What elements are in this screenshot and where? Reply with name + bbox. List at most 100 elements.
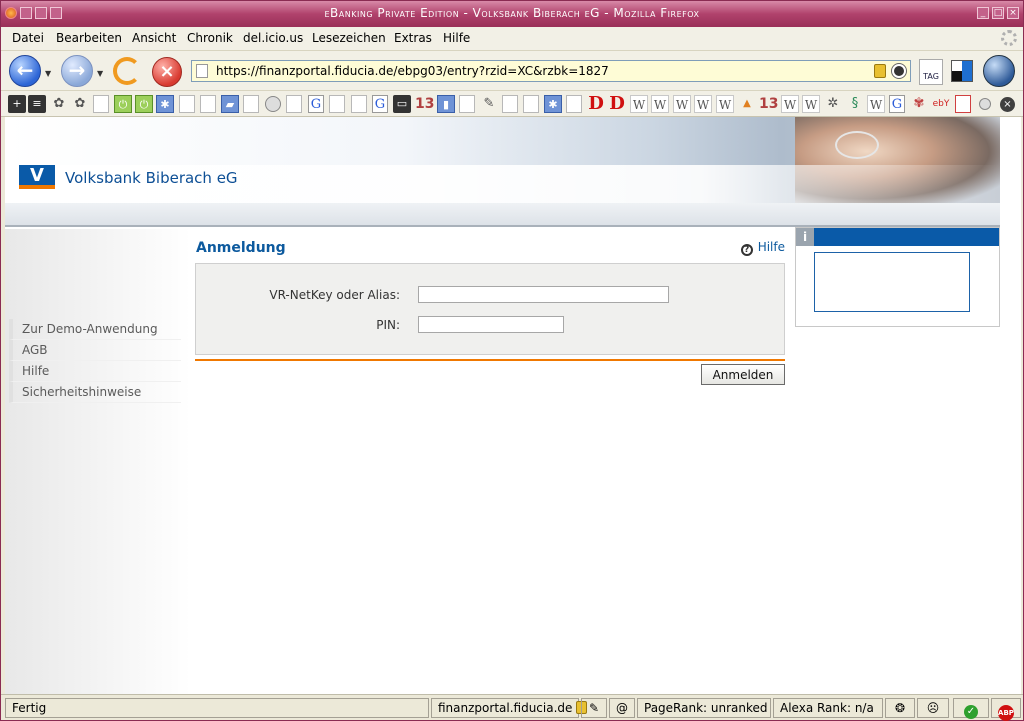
bookmark-chart2-icon[interactable]: ▮ [437,95,455,113]
bookmark-blue2-icon[interactable]: ✱ [544,95,562,113]
menu-lesezeichen[interactable]: Lesezeichen [312,31,386,45]
lock-icon[interactable] [874,64,886,78]
bookmark-wikipedia-icon[interactable]: W [651,95,669,113]
bookmark-page-icon[interactable] [329,95,345,113]
status-ok-icon[interactable]: ✓ [953,698,989,719]
volksbank-logo[interactable]: V [19,165,55,189]
info-box-content [814,252,970,312]
bookmark-page-icon[interactable] [93,95,109,113]
bookmark-wikipedia-icon[interactable]: W [694,95,712,113]
banner-glasses [835,131,879,159]
bookmark-13-icon[interactable]: 13 [759,95,778,113]
menu-ansicht[interactable]: Ansicht [132,31,176,45]
nav-demo-anwendung[interactable]: Zur Demo-Anwendung [9,319,181,340]
bookmark-wikipedia-icon[interactable]: W [867,95,885,113]
status-bar: Fertig finanzportal.fiducia.de ✎ @ PageR… [1,694,1023,721]
bookmark-list-icon[interactable]: ≡ [28,95,46,113]
menu-chronik[interactable]: Chronik [187,31,233,45]
pin-input[interactable] [418,316,564,333]
menu-bearbeiten[interactable]: Bearbeiten [56,31,122,45]
bookmark-chart-icon[interactable]: ▰ [221,95,239,113]
delicious-icon[interactable] [951,60,973,82]
bookmark-blue-icon[interactable]: ✱ [156,95,174,113]
status-at-icon[interactable]: @ [609,698,635,718]
menu-hilfe[interactable]: Hilfe [443,31,470,45]
help-label[interactable]: Hilfe [758,240,785,254]
tag-button[interactable]: TAG [919,59,943,85]
bookmark-13-icon[interactable]: 13 [415,95,434,113]
url-bar[interactable]: https://finanzportal.fiducia.de/ebpg03/e… [191,60,911,82]
bookmark-page-icon[interactable] [459,95,475,113]
globe-icon[interactable] [983,55,1015,87]
page-title: Anmeldung [196,240,286,256]
bookmark-add-icon[interactable]: + [8,95,26,113]
minimize-button[interactable]: _ [977,7,989,19]
bookmark-ebay-icon[interactable]: ebY [932,95,950,113]
bookmark-wikipedia-icon[interactable]: W [630,95,648,113]
adblock-icon[interactable]: ABP [991,698,1021,721]
bookmark-google-icon[interactable]: G [889,95,905,113]
menu-extras[interactable]: Extras [394,31,432,45]
go-button[interactable] [892,64,906,78]
bookmark-gear-icon[interactable]: ✲ [824,95,842,113]
status-alexa[interactable]: Alexa Rank: n/a [773,698,883,718]
forward-button[interactable]: → [61,55,93,87]
status-domain-label: finanzportal.fiducia.de [438,701,573,715]
bookmark-circle-icon[interactable] [265,96,281,112]
bookmark-wikipedia-icon[interactable]: W [673,95,691,113]
nav-agb[interactable]: AGB [9,340,181,361]
bookmark-page-icon[interactable] [179,95,195,113]
stop-button[interactable]: × [152,57,182,87]
bookmark-wikipedia-icon[interactable]: W [716,95,734,113]
nav-sicherheitshinweise[interactable]: Sicherheitshinweise [9,382,181,403]
bookmark-pma-icon[interactable]: ▲ [738,95,756,113]
menu-delicious[interactable]: del.icio.us [243,31,303,45]
bookmark-wikipedia-icon[interactable]: W [781,95,799,113]
bookmark-wikipedia-icon[interactable]: W [802,95,820,113]
bookmark-window-icon[interactable]: ▭ [393,95,411,113]
bookmark-feed-icon[interactable]: § [846,95,864,113]
close-button[interactable]: × [1007,7,1019,19]
bookmark-page-icon[interactable] [351,95,367,113]
bookmark-page-icon[interactable] [200,95,216,113]
bookmark-pencil-icon[interactable]: ✎ [480,95,498,113]
nav-hilfe[interactable]: Hilfe [9,361,181,382]
login-button[interactable]: Anmelden [701,364,785,385]
bookmark-close-icon[interactable]: × [1000,97,1015,112]
bookmark-d-icon[interactable]: D [587,95,605,113]
bookmark-page-icon[interactable] [286,95,302,113]
back-button[interactable]: ← [9,55,41,87]
status-edit-icon[interactable]: ✎ [581,698,607,718]
bookmark-people-icon[interactable]: ✿ [50,95,68,113]
status-addon-icon[interactable]: ❂ [885,698,915,718]
help-link[interactable]: ? Hilfe [740,240,785,256]
bookmark-page-icon[interactable] [502,95,518,113]
back-history-dropdown-icon[interactable]: ▼ [45,69,51,78]
bookmark-power-icon[interactable]: ⏻ [114,95,132,113]
menu-datei[interactable]: Datei [12,31,44,45]
bookmark-page-icon[interactable] [243,95,259,113]
url-text[interactable]: https://finanzportal.fiducia.de/ebpg03/e… [216,64,609,78]
bookmark-page-icon[interactable] [523,95,539,113]
maximize-button[interactable]: □ [992,7,1004,19]
bookmark-page-icon[interactable] [955,95,971,113]
status-face-icon[interactable]: ☹ [917,698,949,718]
netkey-input[interactable] [418,286,669,303]
info-box-header [796,228,999,246]
bookmark-google-icon[interactable]: G [308,95,324,113]
status-domain[interactable]: finanzportal.fiducia.de [431,698,588,718]
forward-history-dropdown-icon[interactable]: ▼ [97,69,103,78]
page-viewport: V Volksbank Biberach eG Zur Demo-Anwendu… [5,117,1021,694]
bookmark-d-icon[interactable]: D [608,95,626,113]
navigation-toolbar: ← ▼ → ▼ × https://finanzportal.fiducia.d… [1,51,1023,91]
status-pagerank[interactable]: PageRank: unranked [637,698,771,718]
bookmark-flower-icon[interactable]: ✾ [910,95,928,113]
bookmark-dot-icon[interactable] [979,98,991,110]
bookmark-power2-icon[interactable]: ⏻ [135,95,153,113]
bookmark-page-icon[interactable] [566,95,582,113]
form-divider [195,359,785,361]
status-text: Fertig [5,698,429,718]
bookmark-google-icon[interactable]: G [372,95,388,113]
reload-button[interactable] [113,57,141,85]
bookmark-people2-icon[interactable]: ✿ [71,95,89,113]
